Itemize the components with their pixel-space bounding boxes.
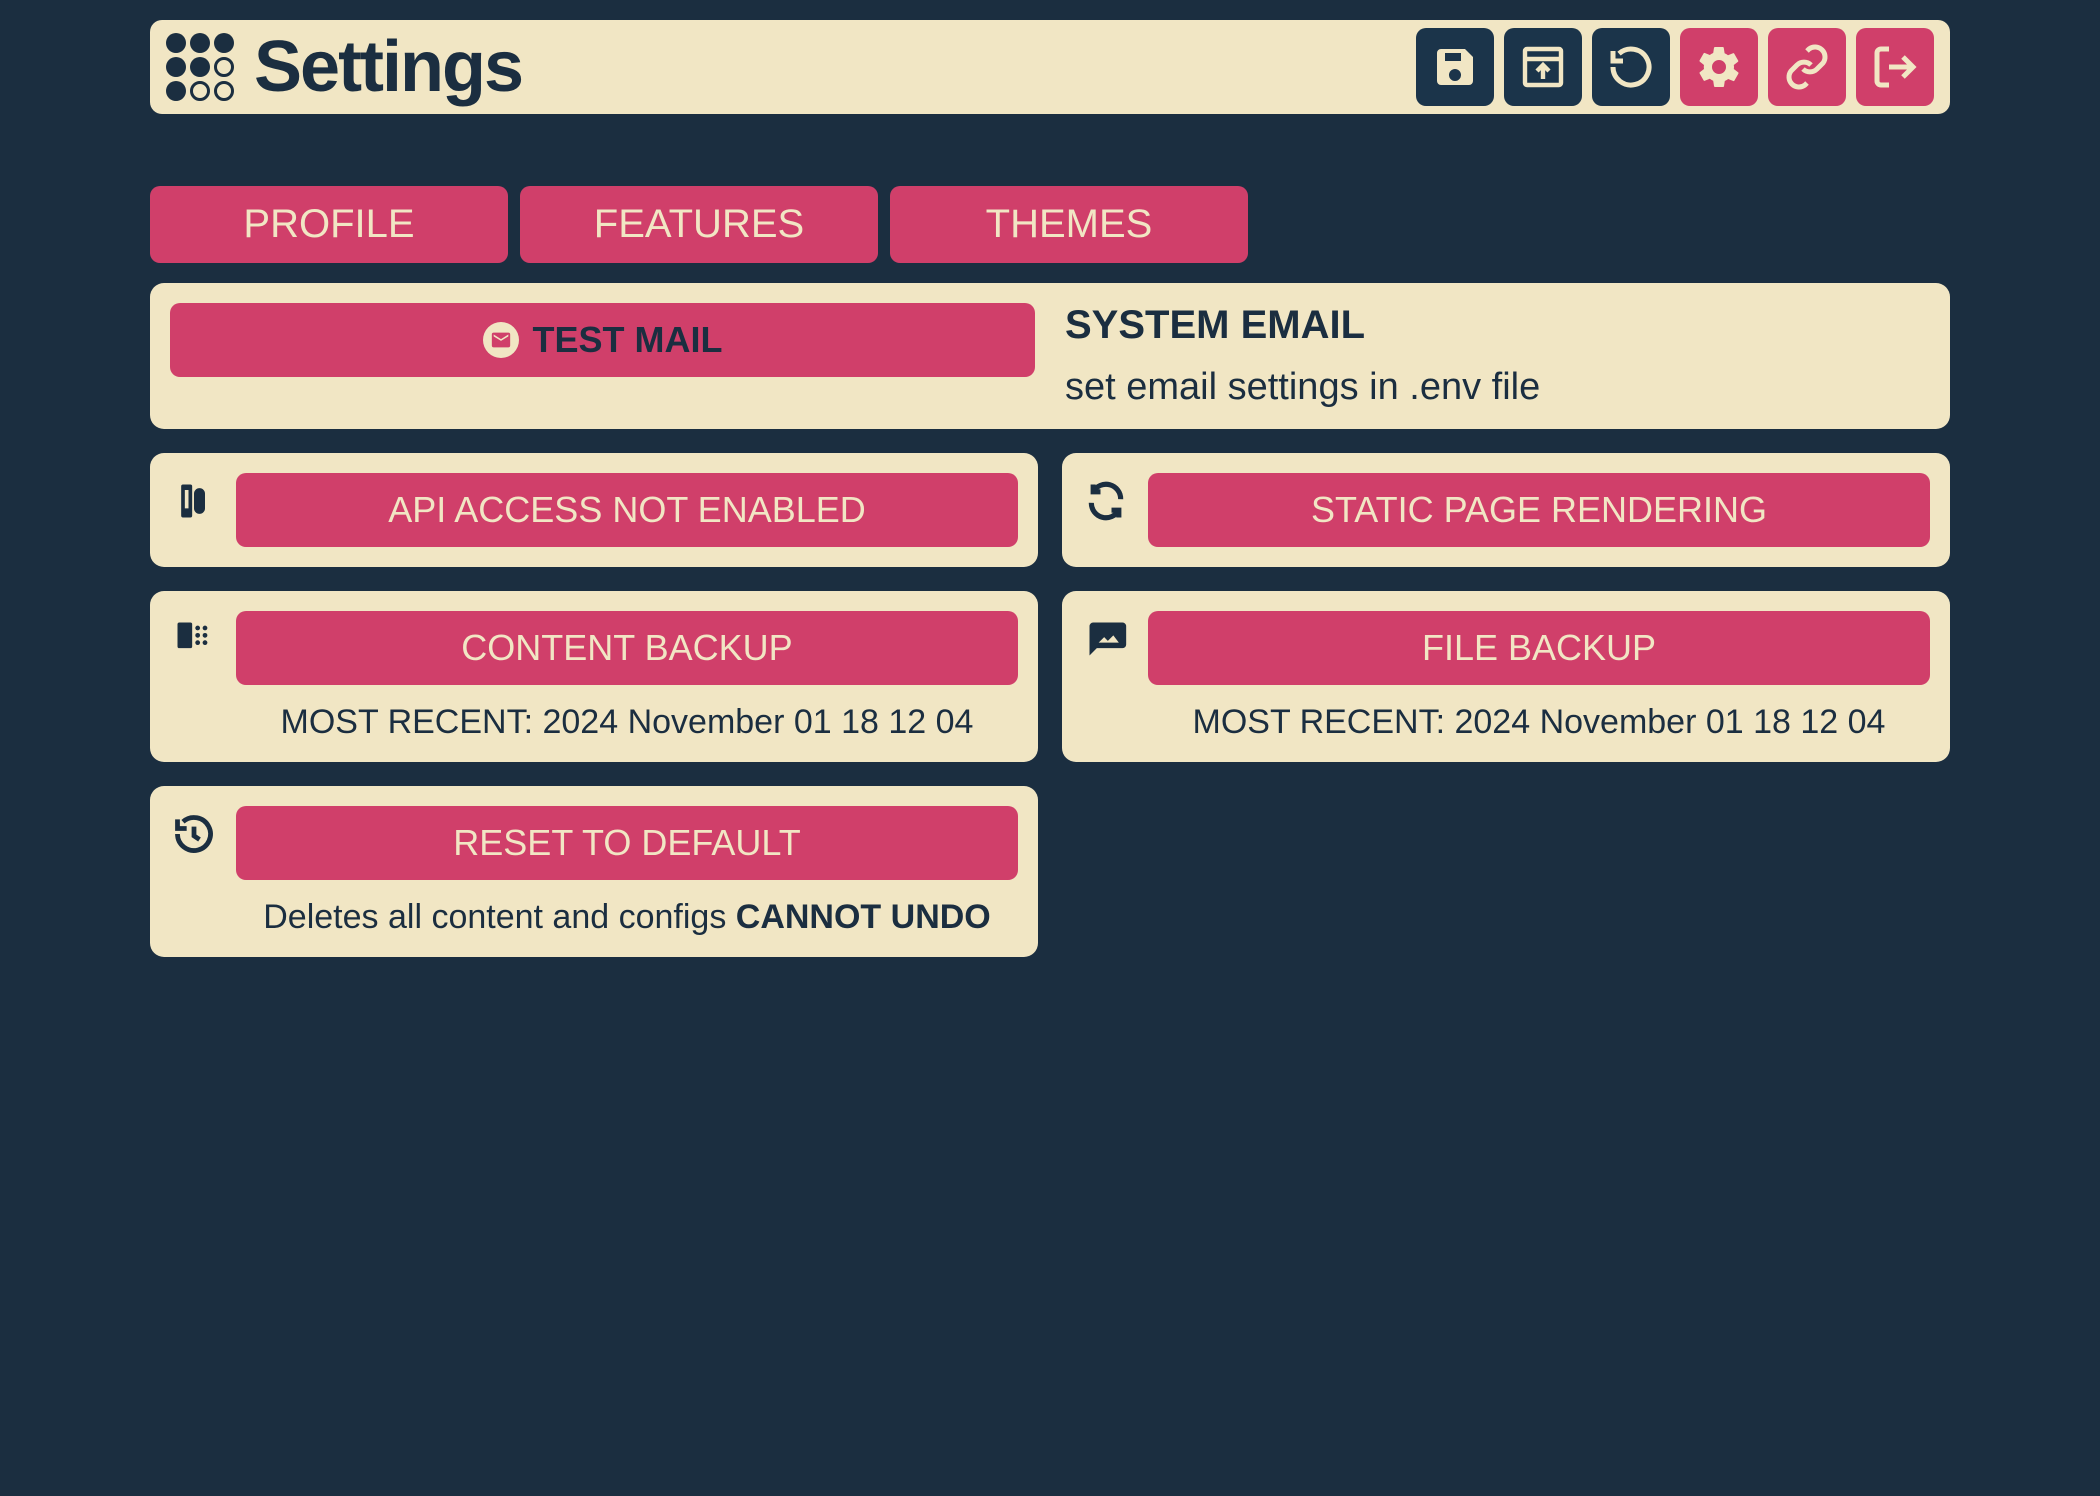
refresh-icon — [1082, 479, 1130, 523]
logout-icon — [1871, 43, 1919, 91]
link-icon — [1783, 43, 1831, 91]
page-title: Settings — [254, 26, 1396, 108]
content-backup-label: CONTENT BACKUP — [461, 627, 792, 669]
system-email-heading: SYSTEM EMAIL — [1065, 303, 1930, 348]
content-backup-caption: MOST RECENT: 2024 November 01 18 12 04 — [236, 703, 1018, 742]
link-button[interactable] — [1768, 28, 1846, 106]
test-mail-label: TEST MAIL — [533, 319, 723, 361]
settings-button[interactable] — [1680, 28, 1758, 106]
mail-icon — [483, 322, 519, 358]
content-backup-icon — [170, 617, 218, 661]
logout-button[interactable] — [1856, 28, 1934, 106]
card-static-rendering: STATIC PAGE RENDERING — [1062, 453, 1950, 567]
upload-icon — [1519, 43, 1567, 91]
reset-button[interactable]: RESET TO DEFAULT — [236, 806, 1018, 880]
file-backup-caption: MOST RECENT: 2024 November 01 18 12 04 — [1148, 703, 1930, 742]
card-content-backup: CONTENT BACKUP MOST RECENT: 2024 Novembe… — [150, 591, 1038, 762]
gear-icon — [1695, 43, 1743, 91]
history-icon — [170, 812, 218, 856]
restore-icon — [1607, 43, 1655, 91]
tab-features[interactable]: FEATURES — [520, 186, 878, 263]
api-access-button[interactable]: API ACCESS NOT ENABLED — [236, 473, 1018, 547]
tab-themes[interactable]: THEMES — [890, 186, 1248, 263]
save-icon — [1431, 43, 1479, 91]
reset-label: RESET TO DEFAULT — [453, 822, 800, 864]
api-access-label: API ACCESS NOT ENABLED — [388, 489, 866, 531]
tab-profile[interactable]: PROFILE — [150, 186, 508, 263]
file-backup-label: FILE BACKUP — [1422, 627, 1656, 669]
content-backup-button[interactable]: CONTENT BACKUP — [236, 611, 1018, 685]
system-email-subtext: set email settings in .env file — [1065, 366, 1930, 409]
static-rendering-button[interactable]: STATIC PAGE RENDERING — [1148, 473, 1930, 547]
api-icon — [170, 479, 218, 523]
card-reset: RESET TO DEFAULT Deletes all content and… — [150, 786, 1038, 957]
app-logo — [166, 33, 234, 101]
static-rendering-label: STATIC PAGE RENDERING — [1311, 489, 1767, 531]
file-backup-icon — [1082, 617, 1130, 661]
file-backup-button[interactable]: FILE BACKUP — [1148, 611, 1930, 685]
card-system-email: TEST MAIL SYSTEM EMAIL set email setting… — [150, 283, 1950, 429]
tabs: PROFILE FEATURES THEMES — [150, 186, 1950, 263]
toolbar — [1416, 28, 1934, 106]
top-bar: Settings — [150, 20, 1950, 114]
test-mail-button[interactable]: TEST MAIL — [170, 303, 1035, 377]
restore-button[interactable] — [1592, 28, 1670, 106]
save-button[interactable] — [1416, 28, 1494, 106]
upload-button[interactable] — [1504, 28, 1582, 106]
card-api-access: API ACCESS NOT ENABLED — [150, 453, 1038, 567]
reset-caption: Deletes all content and configs CANNOT U… — [236, 898, 1018, 937]
card-file-backup: FILE BACKUP MOST RECENT: 2024 November 0… — [1062, 591, 1950, 762]
